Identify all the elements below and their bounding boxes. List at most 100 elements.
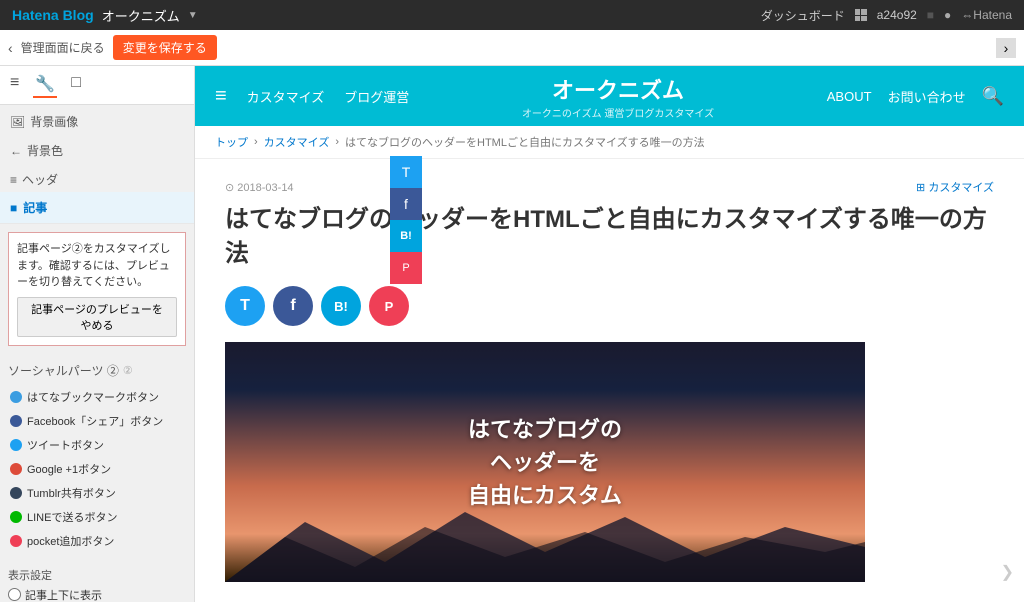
tag-icon: ⊞ [916,182,925,194]
floating-social-bar: T f B! P [390,156,422,284]
bg-color-label: 背景色 [27,142,63,159]
help-icon: ② [123,364,133,377]
breadcrumb-top[interactable]: トップ [215,134,248,150]
tab-layout[interactable]: ≡ [8,72,21,98]
radio-above-below-label: 記事上下に表示 [25,587,102,602]
share-hatena-button[interactable]: B! [321,286,361,326]
nav-about[interactable]: ABOUT [827,89,872,104]
admin-bar-left: Hatena Blog オークニズム ▼ [12,6,198,25]
share-pocket-button[interactable]: P [369,286,409,326]
hero-text: はてなブログのヘッダーを自由にカスタム [468,413,622,512]
share-twitter-button[interactable]: T [225,286,265,326]
stop-preview-button[interactable]: 記事ページのプレビューをやめる [17,297,177,337]
user-label[interactable]: a24o92 [877,8,917,22]
main-layout: ≡ 🔧 □ 🖼 背景画像 ← 背景色 ≡ ヘッダ ■ 記事 記事ページ②をカスタ… [0,66,1024,602]
header-nav-right: ABOUT お問い合わせ 🔍 [827,86,1004,107]
breadcrumb-sep2: › [335,136,339,148]
blog-title: オークニズム [429,73,806,105]
save-button[interactable]: 変更を保存する [113,35,217,60]
search-icon[interactable]: 🔍 [982,86,1004,107]
line-label: LINEで送るボタン [27,509,117,525]
mountains-svg [225,502,865,582]
gplus-label: Google +1ボタン [27,461,111,477]
blog-header: ≡ カスタマイズ ブログ運営 オークニズム オークニのイズム 運営ブログカスタマ… [195,66,1024,126]
pocket-toggle[interactable] [10,535,22,547]
blog-title-area: オークニズム オークニのイズム 運営ブログカスタマイズ [429,73,806,120]
article-notice-box: 記事ページ②をカスタマイズします。確認するには、プレビューを切り替えてください。… [8,232,186,346]
line-toggle[interactable] [10,511,22,523]
section-background-color[interactable]: ← 背景色 [0,134,194,163]
blog-subtitle: オークニのイズム 運営ブログカスタマイズ [429,105,806,120]
notification-icon: ● [944,8,951,22]
hatena-toggle[interactable] [10,391,22,403]
radio-above-below[interactable] [8,588,21,601]
facebook-label: Facebook「シェア」ボタン [27,413,163,429]
sidebar-tabs: ≡ 🔧 □ [0,66,194,105]
share-facebook-button[interactable]: f [273,286,313,326]
social-part-hatena[interactable]: はてなブックマークボタン [8,385,186,409]
tumblr-toggle[interactable] [10,487,22,499]
scroll-right-indicator[interactable]: ❯ [1001,562,1014,582]
social-part-gplus[interactable]: Google +1ボタン [8,457,186,481]
hatena-label: はてなブックマークボタン [27,389,159,405]
grid-icon [855,9,867,21]
header-label: ヘッダ [22,171,58,188]
float-facebook-button[interactable]: f [390,188,422,220]
hatena-link[interactable]: ⇔Hatena [961,8,1012,22]
blog-name-label: オークニズム [102,6,180,25]
hamburger-icon[interactable]: ≡ [215,85,227,108]
sidebar-item-article[interactable]: ■ 記事 [0,192,194,224]
nav-blog-ops[interactable]: ブログ運営 [344,87,409,106]
float-twitter-button[interactable]: T [390,156,422,188]
share-buttons: T f B! P [225,286,994,326]
facebook-toggle[interactable] [10,415,22,427]
nav-contact[interactable]: お問い合わせ [888,87,966,106]
social-part-pocket[interactable]: pocket追加ボタン [8,529,186,553]
gplus-toggle[interactable] [10,463,22,475]
display-option-above-below[interactable]: 記事上下に表示 [8,587,186,602]
dropdown-arrow-icon[interactable]: ▼ [188,10,198,21]
social-part-facebook[interactable]: Facebook「シェア」ボタン [8,409,186,433]
breadcrumb-sep1: › [254,136,258,148]
preview-area: T f B! P ≡ カスタマイズ ブログ運営 オークニズム オークニのイズム … [195,66,1024,602]
back-arrow-icon: ‹ [8,40,13,56]
article-category[interactable]: ⊞ カスタマイズ [916,179,994,195]
bg-color-icon: ← [10,144,22,158]
admin-bar-right: ダッシュボード a24o92 ■ ● ⇔Hatena [761,7,1012,24]
social-part-tumblr[interactable]: Tumblr共有ボタン [8,481,186,505]
section-header[interactable]: ≡ ヘッダ [0,163,194,192]
bg-image-icon: 🖼 [10,115,25,129]
clock-icon: ⊙ [225,182,234,194]
notice-text: 記事ページ②をカスタマイズします。確認するには、プレビューを切り替えてください。 [17,243,170,288]
separator: ■ [927,8,934,22]
bg-image-label: 背景画像 [30,113,78,130]
dashboard-link[interactable]: ダッシュボード [761,7,845,24]
article-icon: ■ [10,201,17,215]
tumblr-label: Tumblr共有ボタン [27,485,116,501]
back-to-admin-link[interactable]: 管理面面に戻る [21,39,105,56]
article-area: ⊙ 2018-03-14 ⊞ カスタマイズ はてなブログのヘッダーをHTMLごと… [195,159,1024,602]
breadcrumb-customize[interactable]: カスタマイズ [264,134,330,150]
twitter-toggle[interactable] [10,439,22,451]
social-part-twitter[interactable]: ツイートボタン [8,433,186,457]
header-icon: ≡ [10,173,17,187]
hero-image: はてなブログのヘッダーを自由にカスタム [225,342,865,582]
social-part-line[interactable]: LINEで送るボタン [8,505,186,529]
article-meta: ⊙ 2018-03-14 ⊞ カスタマイズ [225,179,994,195]
float-pocket-button[interactable]: P [390,252,422,284]
customize-toolbar: ‹ 管理面面に戻る 変更を保存する › [0,30,1024,66]
tab-preview[interactable]: □ [69,72,83,98]
social-parts-label: ソーシャルパーツ ② [8,362,119,379]
section-background-image[interactable]: 🖼 背景画像 [0,105,194,134]
article-title: はてなブログのヘッダーをHTMLごと自由にカスタマイズする唯一の方法 [225,203,994,270]
article-date: ⊙ 2018-03-14 [225,181,294,194]
tab-design[interactable]: 🔧 [33,72,57,98]
nav-customize[interactable]: カスタマイズ [247,87,325,106]
twitter-label: ツイートボタン [27,437,104,453]
admin-bar: Hatena Blog オークニズム ▼ ダッシュボード a24o92 ■ ● … [0,0,1024,30]
social-parts-title: ソーシャルパーツ ② ② [8,362,186,379]
social-parts-section: ソーシャルパーツ ② ② はてなブックマークボタン Facebook「シェア」ボ… [0,354,194,561]
collapse-button[interactable]: › [996,38,1016,58]
float-hatena-button[interactable]: B! [390,220,422,252]
article-label: 記事 [23,199,47,216]
